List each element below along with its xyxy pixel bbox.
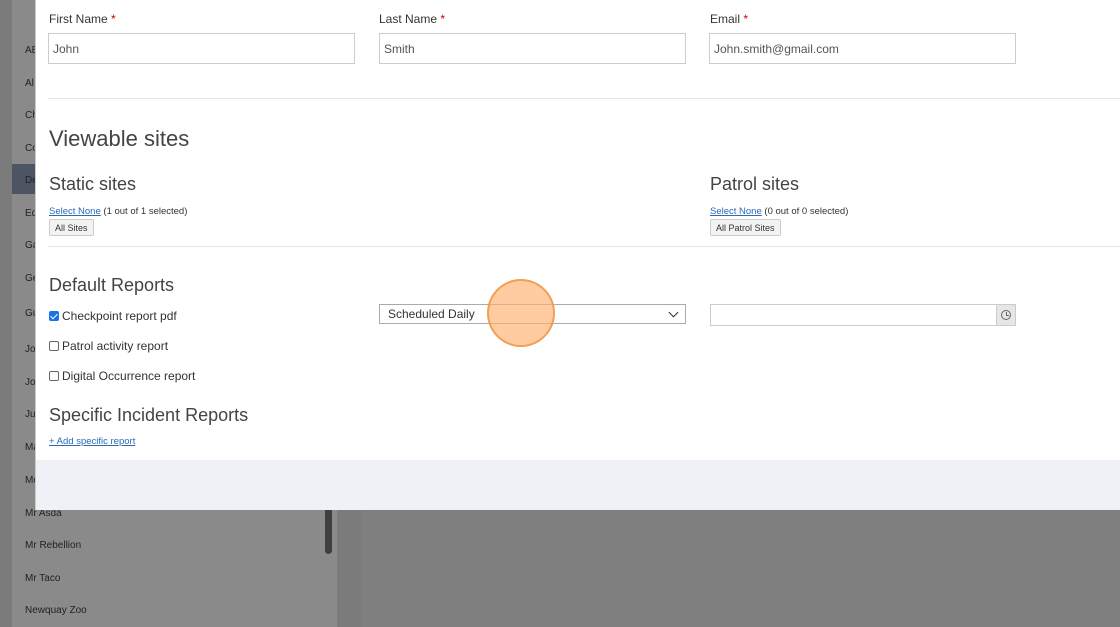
background-list-item: Ju	[25, 409, 36, 420]
checkpoint-report-checkbox[interactable]	[49, 311, 59, 321]
static-sites-heading: Static sites	[49, 174, 137, 194]
background-list-item: Mr Taco	[25, 573, 61, 584]
all-patrol-sites-tag[interactable]: All Patrol Sites	[710, 219, 781, 236]
section-divider	[48, 246, 1120, 247]
patrol-activity-report-option[interactable]: Patrol activity report	[49, 339, 168, 353]
digital-occurrence-report-option[interactable]: Digital Occurrence report	[49, 369, 195, 383]
report-time-input[interactable]	[710, 304, 1016, 326]
checkbox-label: Digital Occurrence report	[62, 369, 196, 383]
patrol-activity-report-checkbox[interactable]	[49, 341, 59, 351]
patrol-select-none-link[interactable]: Select None	[710, 206, 762, 217]
all-sites-tag[interactable]: All Sites	[49, 219, 94, 236]
edit-user-modal: First Name * Last Name * Email * Viewabl…	[35, 0, 1120, 510]
time-picker-button[interactable]	[996, 305, 1015, 325]
background-list-item: Jo	[25, 344, 36, 355]
clock-icon	[1001, 310, 1011, 320]
patrol-sites-heading: Patrol sites	[710, 174, 800, 194]
background-list-item: Mr Rebellion	[25, 540, 82, 551]
modal-footer	[36, 460, 1120, 510]
default-reports-heading: Default Reports	[49, 275, 175, 295]
first-name-label: First Name *	[49, 12, 116, 26]
first-name-input[interactable]	[48, 33, 355, 64]
required-marker: *	[440, 12, 446, 26]
email-label: Email *	[710, 12, 749, 26]
required-marker: *	[743, 12, 749, 26]
last-name-input[interactable]	[379, 33, 686, 64]
patrol-sites-selection: Select None (0 out of 0 selected)	[710, 206, 848, 217]
required-marker: *	[111, 12, 116, 26]
digital-occurrence-report-checkbox[interactable]	[49, 371, 59, 381]
background-list-item: Newquay Zoo	[25, 605, 87, 616]
background-list-item: Jo	[25, 377, 36, 388]
checkbox-label: Patrol activity report	[62, 339, 169, 353]
static-select-none-link[interactable]: Select None	[49, 206, 101, 217]
static-sites-selection: Select None (1 out of 1 selected)	[49, 206, 187, 217]
viewable-sites-heading: Viewable sites	[49, 126, 190, 151]
section-divider	[48, 98, 1120, 99]
background-list-item: Al	[25, 78, 34, 89]
chevron-down-icon	[668, 307, 679, 317]
click-indicator	[487, 279, 555, 347]
specific-incident-reports-heading: Specific Incident Reports	[49, 405, 249, 425]
static-selection-count: (1 out of 1 selected)	[103, 206, 188, 217]
checkbox-label: Checkpoint report pdf	[62, 309, 177, 323]
last-name-label: Last Name *	[379, 12, 446, 26]
patrol-selection-count: (0 out of 0 selected)	[764, 206, 849, 217]
checkpoint-report-option[interactable]: Checkpoint report pdf	[49, 309, 177, 323]
email-input[interactable]	[709, 33, 1016, 64]
add-specific-report-link[interactable]: + Add specific report	[49, 436, 135, 447]
report-schedule-value: Scheduled Daily	[388, 307, 475, 321]
